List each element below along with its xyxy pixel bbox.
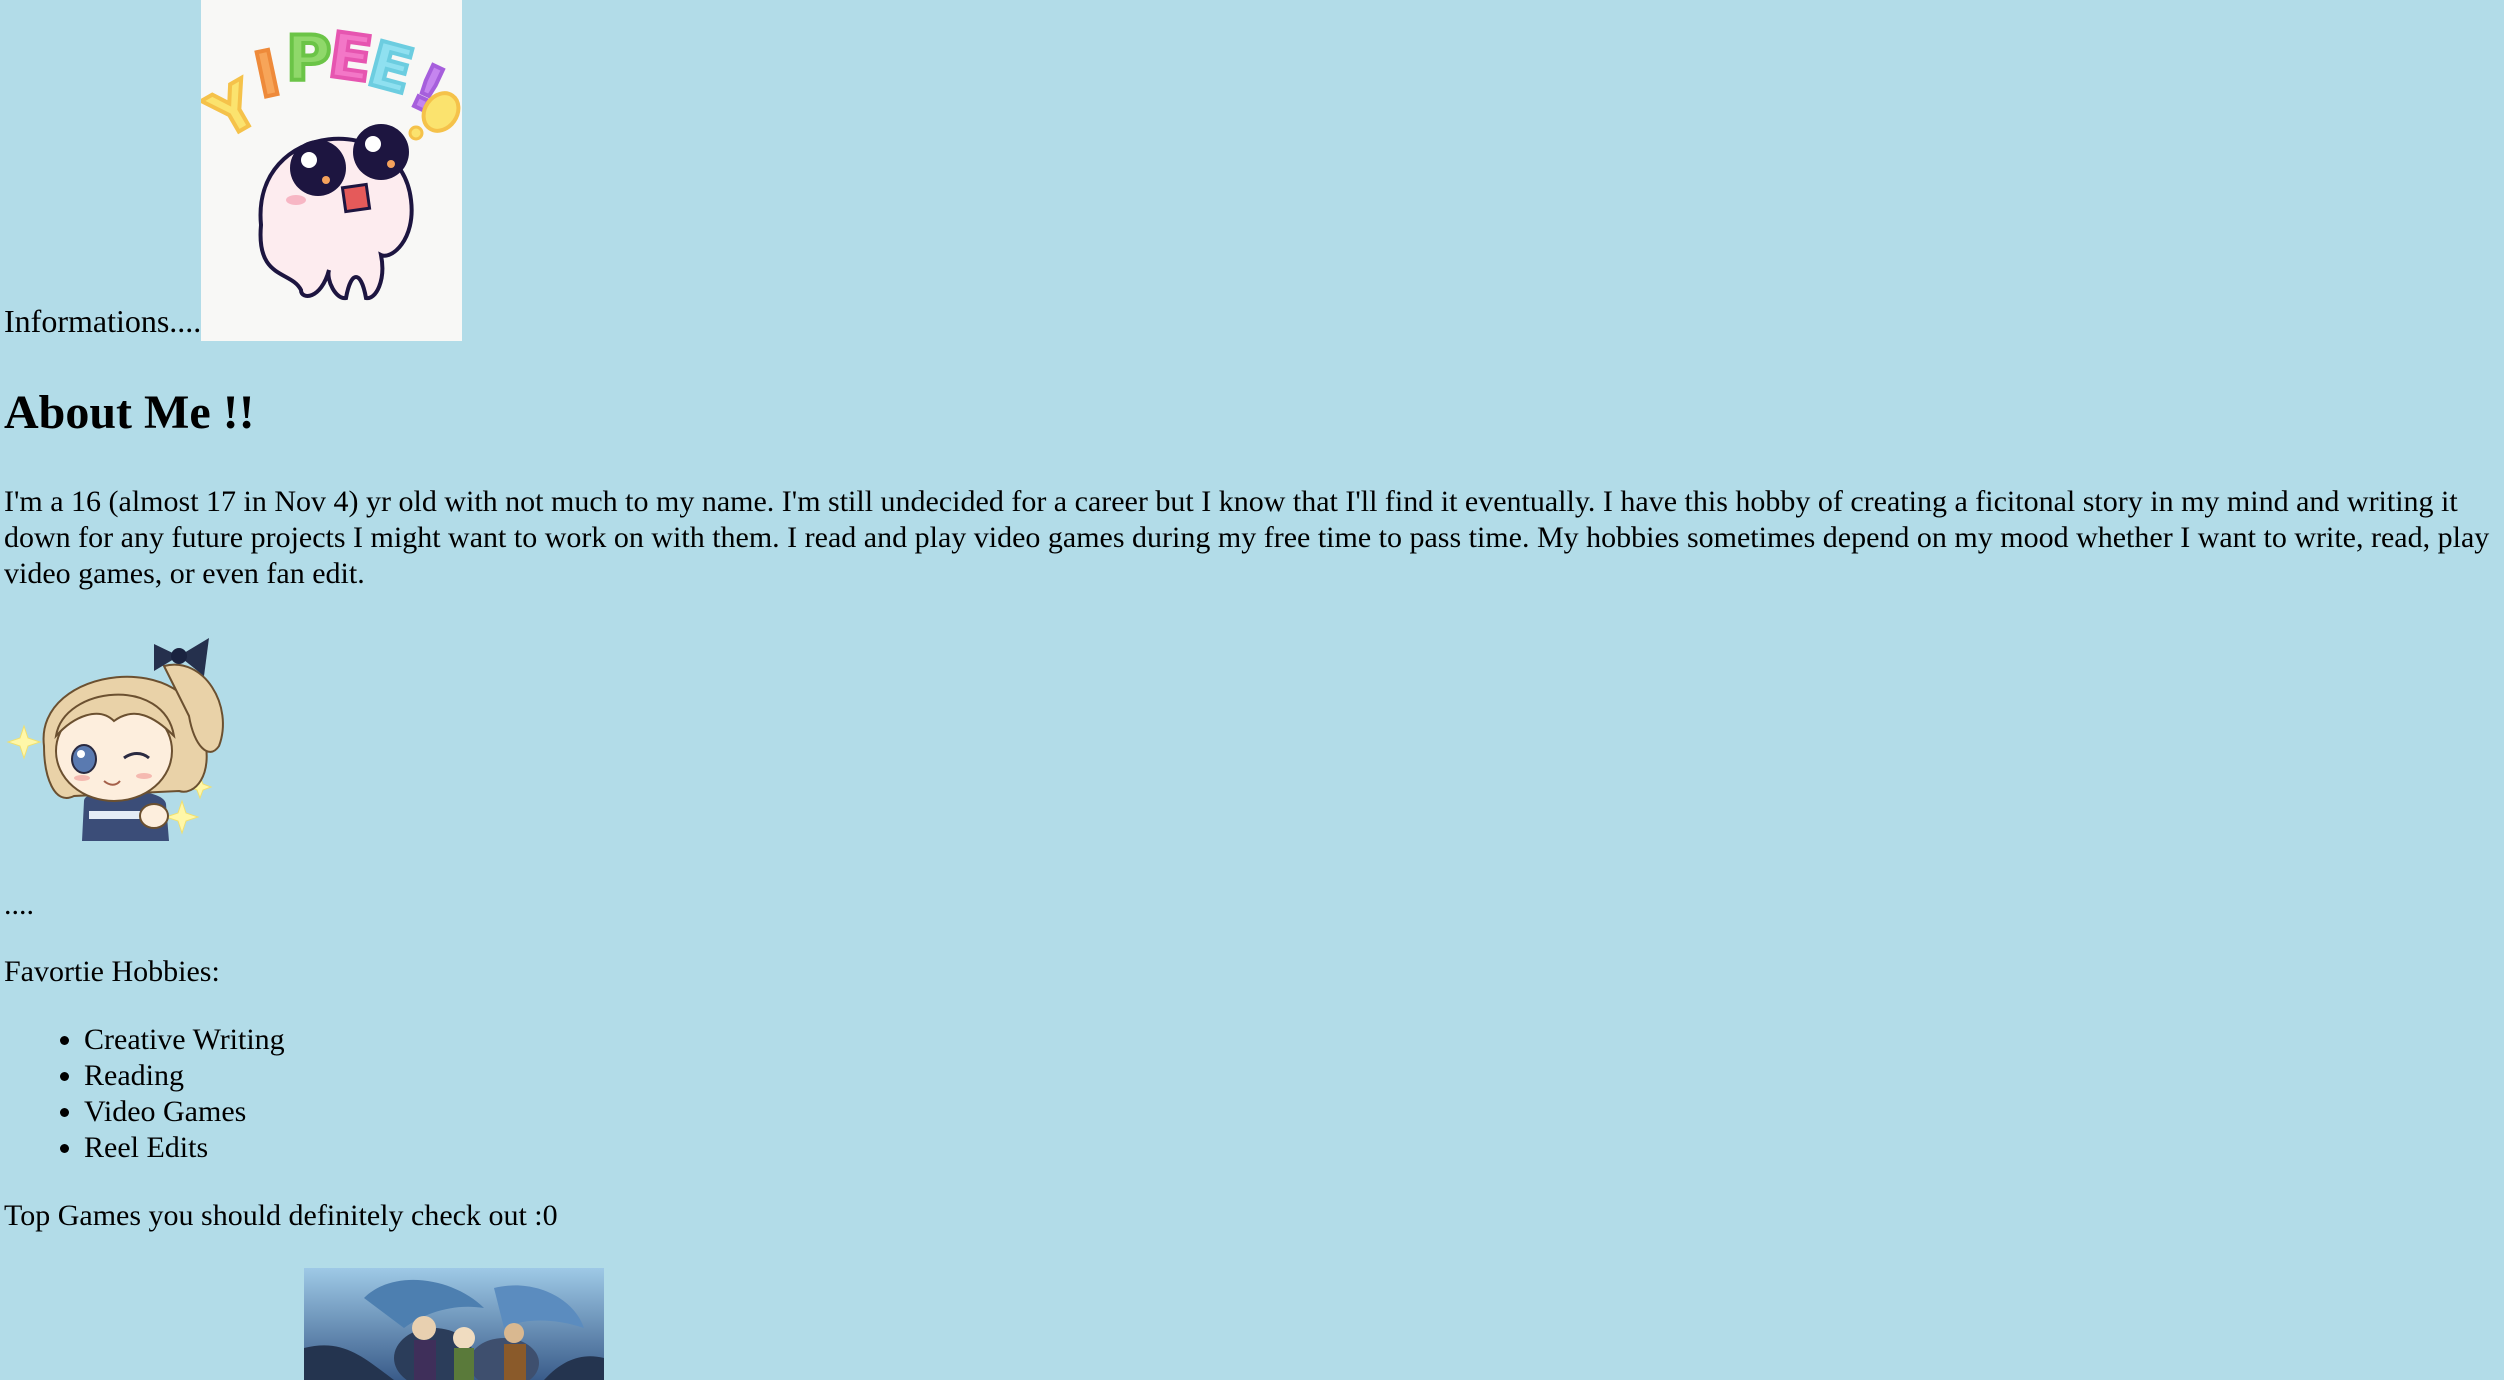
separator-dots: ....	[4, 888, 34, 921]
games-heading: Top Games you should definitely check ou…	[4, 1199, 558, 1232]
list-item: Video Games	[84, 1094, 285, 1130]
game-cover-image	[304, 1268, 604, 1380]
bio-paragraph: I'm a 16 (almost 17 in Nov 4) yr old wit…	[4, 485, 2490, 590]
list-item: Reading	[84, 1058, 285, 1094]
page: Informations.... Y I P E E ! About Me !!…	[4, 0, 2504, 1380]
list-item: Creative Writing	[84, 1022, 285, 1058]
yippee-sticker-image: Y I P E E !	[193, 0, 463, 341]
list-item: Reel Edits	[84, 1130, 285, 1166]
hobbies-heading: Favortie Hobbies:	[4, 955, 220, 988]
top-row: Informations.... Y I P E E !	[4, 0, 2504, 341]
intro-text: Informations....	[4, 303, 202, 339]
hobbies-list: Creative Writing Reading Video Games Ree…	[4, 1022, 285, 1166]
chibi-character-image	[4, 626, 236, 846]
about-title: About Me !!	[4, 386, 255, 439]
